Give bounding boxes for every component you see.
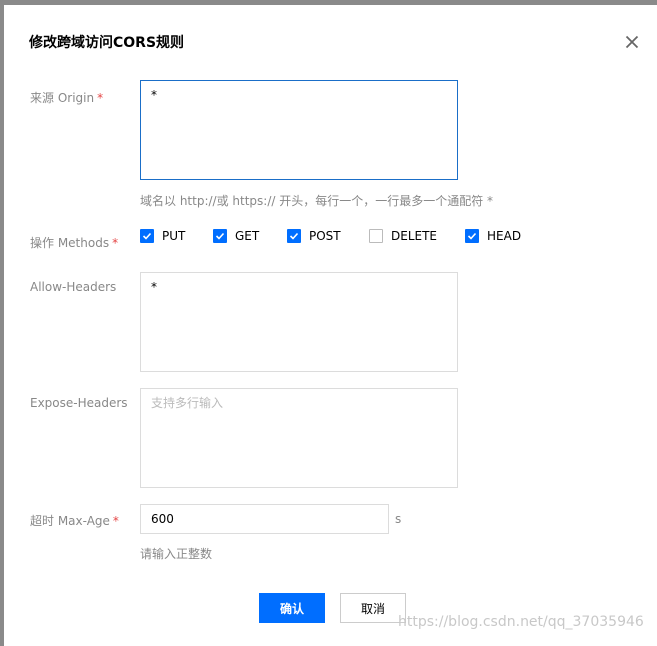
checkbox-checked-icon [140, 229, 154, 243]
watermark-text: https://blog.csdn.net/qq_37035946 [398, 614, 644, 630]
max-age-hint: 请输入正整数 [140, 547, 213, 561]
max-age-unit: s [395, 512, 402, 526]
method-label: DELETE [391, 229, 438, 243]
allow-headers-label: Allow-Headers [30, 280, 117, 294]
method-checkbox-get[interactable]: GET [213, 229, 259, 243]
allow-headers-textarea[interactable]: * [140, 272, 458, 372]
required-mark: * [112, 514, 119, 528]
close-icon[interactable] [623, 33, 641, 51]
method-label: PUT [162, 229, 186, 243]
dialog-title: 修改跨域访问CORS规则 [29, 35, 185, 51]
required-mark: * [112, 236, 119, 250]
method-checkbox-delete[interactable]: DELETE [369, 229, 437, 243]
expose-headers-textarea[interactable] [140, 388, 458, 488]
checkbox-checked-icon [465, 229, 479, 243]
methods-label: 操作 Methods * [30, 236, 119, 250]
method-label: GET [235, 229, 260, 243]
max-age-label: 超时 Max-Age * [30, 514, 119, 528]
cors-rule-dialog: 修改跨域访问CORS规则 来源 Origin * * 域名以 http://或 h… [4, 5, 657, 646]
max-age-input[interactable] [140, 504, 389, 534]
checkbox-checked-icon [287, 229, 301, 243]
required-mark: * [97, 91, 104, 105]
checkbox-checked-icon [213, 229, 227, 243]
method-label: HEAD [487, 229, 522, 243]
checkbox-unchecked-icon [369, 229, 383, 243]
confirm-button[interactable]: 确认 [259, 593, 325, 623]
method-checkbox-post[interactable]: POST [287, 229, 341, 243]
origin-label: 来源 Origin * [30, 91, 104, 105]
method-checkbox-put[interactable]: PUT [140, 229, 185, 243]
origin-hint: 域名以 http://或 https:// 开头，每行一个，一行最多一个通配符 … [140, 194, 494, 208]
method-checkbox-head[interactable]: HEAD [465, 229, 521, 243]
expose-headers-label: Expose-Headers [30, 396, 128, 410]
method-label: POST [309, 229, 341, 243]
cancel-button[interactable]: 取消 [340, 593, 406, 623]
origin-textarea[interactable]: * [140, 80, 458, 180]
